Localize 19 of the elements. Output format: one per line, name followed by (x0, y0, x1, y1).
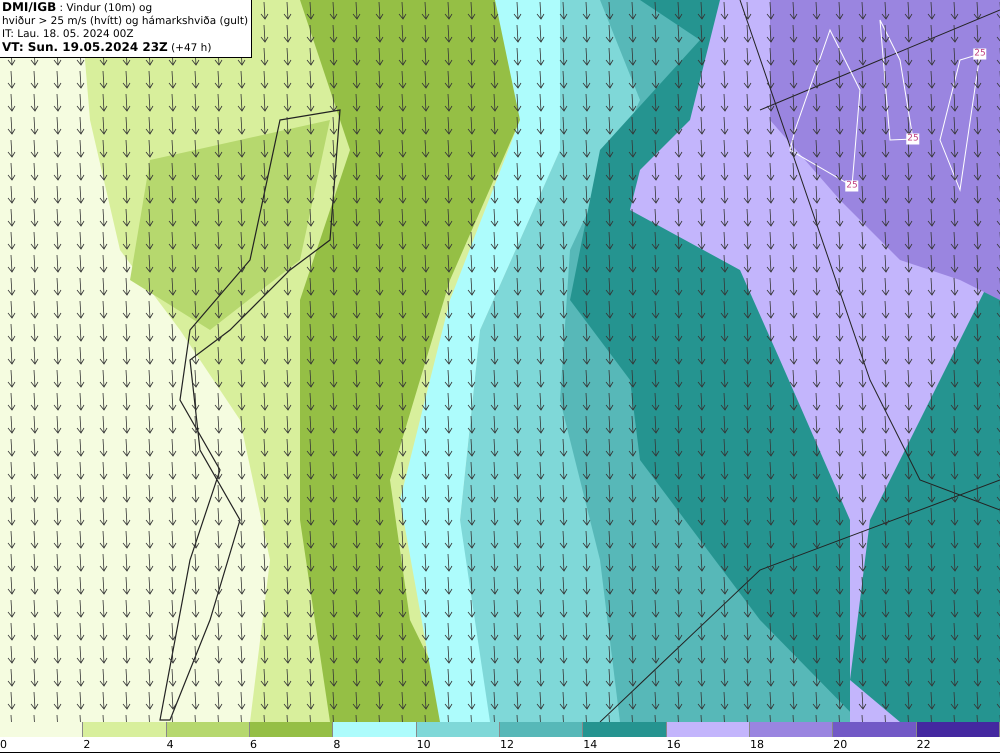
legend-label: 0 (0, 738, 7, 751)
contour-label: 25 (973, 48, 987, 60)
legend-label: 16 (666, 738, 681, 751)
legend-label: 10 (416, 738, 431, 751)
legend-label: 14 (583, 738, 598, 751)
legend-label: 6 (250, 738, 257, 751)
legend-label: 2 (83, 738, 90, 751)
legend-label: 18 (750, 738, 764, 751)
contour-label: 25 (906, 134, 920, 144)
header-text: VT: Sun. 19.05.2024 23Z (+47 h) (2, 41, 212, 55)
header-text: hviður > 25 m/s (hvítt) og hámarkshviða (gult) (2, 15, 248, 28)
contour-label: 25 (845, 180, 859, 192)
header-text: IT: Lau. 18. 05. 2024 00Z (2, 28, 135, 41)
header-text: DMI/IGB : Vindur (10m) og (2, 1, 154, 15)
legend-label: 12 (500, 738, 514, 751)
legend-label: 20 (833, 738, 848, 751)
legend-label: 8 (333, 738, 340, 751)
legend-label: 4 (166, 738, 174, 751)
legend-label: 22 (916, 738, 931, 751)
